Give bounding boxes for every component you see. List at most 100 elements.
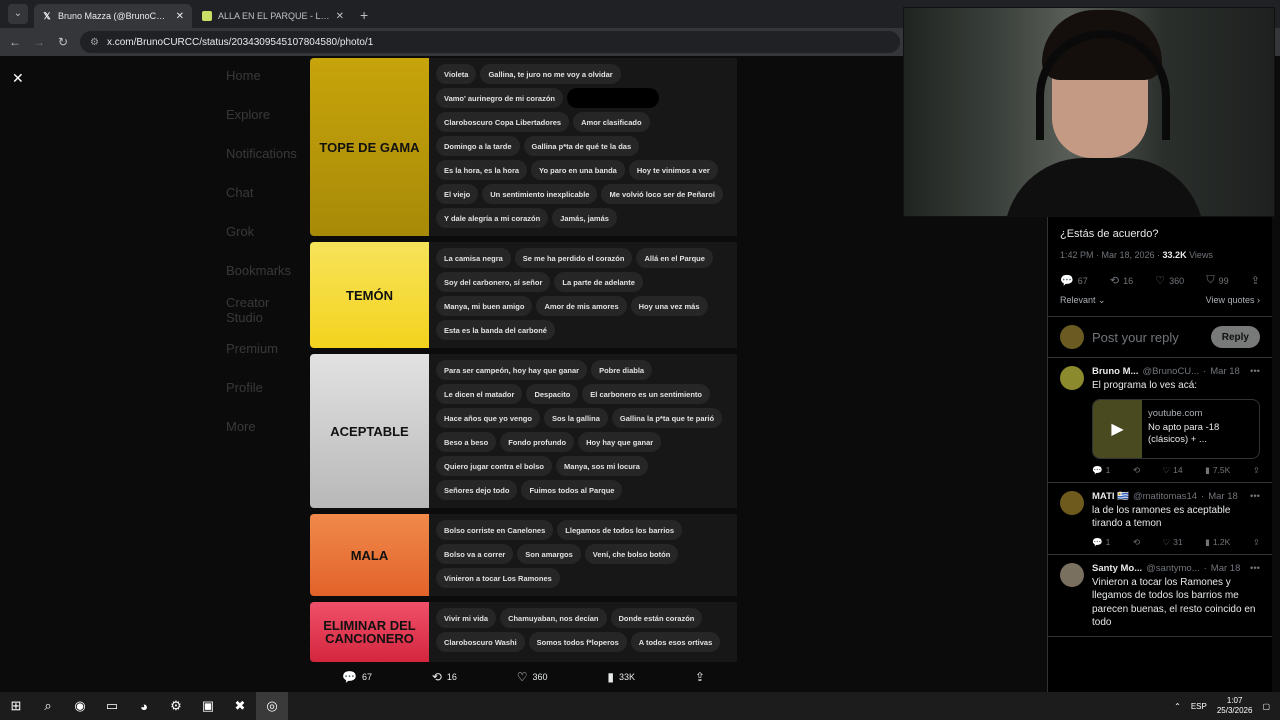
reply-repost-button[interactable]: ⟲ — [1133, 537, 1140, 548]
browser-tab-1[interactable]: ALLA EN EL PARQUE - La Banda ✕ — [194, 4, 352, 28]
heart-icon: ♡ — [1162, 464, 1171, 475]
repost-icon: ⟲ — [1132, 464, 1140, 475]
discord-icon[interactable]: ◕ — [128, 692, 160, 720]
post-stats: 💬 67 ⟲ 16 ♡ 360 ⛉ 99 ⇪ — [1048, 260, 1272, 287]
new-tab-icon[interactable]: + — [360, 7, 368, 23]
song-chip: El viejo — [436, 184, 479, 204]
like-count: 360 — [532, 672, 548, 682]
reload-icon[interactable]: ↻ — [56, 35, 70, 49]
more-options-icon[interactable]: ••• — [1250, 563, 1260, 574]
like-count: 14 — [1173, 465, 1183, 475]
video-thumbnail[interactable]: ▶ — [1093, 399, 1143, 458]
song-chip: Violeta — [436, 64, 477, 84]
windows-start-icon[interactable]: ⊞ — [0, 692, 32, 720]
app-icon[interactable]: ▣ — [192, 692, 224, 720]
song-chip: Domingo a la tarde — [436, 136, 520, 156]
reply-share-button[interactable]: ⇪ — [1253, 537, 1260, 548]
reply-date[interactable]: Mar 18 — [1208, 491, 1238, 502]
post-share-button[interactable]: ⇪ — [1251, 274, 1260, 287]
steam-icon[interactable]: ⚙ — [160, 692, 192, 720]
reply-views[interactable]: ▮ 7.5K — [1205, 465, 1230, 476]
song-chip: A todos esos ortivas — [630, 632, 721, 652]
reply-like-button[interactable]: ♡ 31 — [1163, 537, 1183, 548]
reply-item[interactable]: MATI 🇺🇾 @matitomas14 · Mar 18 ••• la de … — [1048, 483, 1272, 555]
analytics-icon: ▮ — [1205, 464, 1210, 475]
song-chip: Gallina la p*ta que te parió — [611, 408, 723, 428]
site-info-icon[interactable]: ⚙ — [90, 37, 99, 48]
reply-share-button[interactable]: ⇪ — [1253, 465, 1260, 476]
search-icon[interactable]: ⌕ — [32, 692, 64, 720]
reply-author-name[interactable]: Santy Mo... — [1092, 563, 1142, 574]
song-chip: Vinieron a tocar Los Ramones — [436, 568, 560, 588]
back-arrow-icon[interactable]: ← — [8, 35, 22, 49]
clock[interactable]: 1:07 25/3/2026 — [1217, 696, 1253, 715]
reply-item[interactable]: Bruno M... @BrunoCU... · Mar 18 ••• El p… — [1048, 358, 1272, 483]
more-options-icon[interactable]: ••• — [1250, 491, 1260, 502]
tier-items: Bolso corriste en Canelones Llegamos de t… — [429, 514, 737, 596]
song-chip: Soy del carbonero, sí señor — [436, 272, 551, 292]
reply-item[interactable]: Santy Mo... @santymo... · Mar 18 ••• Vin… — [1048, 555, 1272, 637]
tray-chevron-icon[interactable]: ⌃ — [1174, 702, 1181, 711]
song-chip: Hoy hay que ganar — [578, 432, 662, 452]
avatar[interactable] — [1060, 562, 1084, 587]
reply-like-button[interactable]: ♡ 14 — [1163, 465, 1183, 476]
reply-author-handle[interactable]: @matitomas14 — [1133, 491, 1197, 502]
reply-author-handle[interactable]: @BrunoCU... — [1142, 366, 1199, 377]
post-text: ¿Estás de acuerdo? — [1060, 228, 1159, 240]
tab-search-icon[interactable]: ⌄ — [8, 4, 28, 24]
reply-author-name[interactable]: Bruno M... — [1092, 366, 1138, 377]
reply-text: Vinieron a tocar los Ramones y llegamos … — [1092, 576, 1256, 629]
tier-items: Vivir mi vida Chamuyaban, nos decían Donde… — [429, 602, 737, 662]
heart-icon: ♡ — [1155, 275, 1166, 287]
tab-close-icon[interactable]: ✕ — [336, 11, 344, 22]
reply-repost-button[interactable]: ⟲ — [1133, 465, 1140, 476]
reply-input[interactable]: Post your reply — [1092, 330, 1203, 345]
avatar[interactable] — [1060, 490, 1084, 515]
like-action[interactable]: ♡ 360 — [517, 670, 548, 684]
post-like-button[interactable]: ♡ 360 — [1155, 274, 1184, 287]
file-explorer-icon[interactable]: ▭ — [96, 692, 128, 720]
reply-icon: 💬 — [342, 670, 357, 684]
more-options-icon[interactable]: ••• — [1250, 366, 1260, 377]
reply-button[interactable]: Reply — [1210, 326, 1260, 348]
notifications-icon[interactable]: ▢ — [1262, 702, 1270, 711]
obs-icon[interactable]: ◎ — [256, 692, 288, 720]
reply-reply-button[interactable]: 💬 1 — [1092, 537, 1110, 548]
close-photo-icon[interactable]: ✕ — [12, 70, 24, 87]
tab-close-icon[interactable]: ✕ — [176, 11, 184, 22]
avatar[interactable] — [1060, 366, 1084, 390]
redacted-chip — [566, 88, 659, 108]
link-card[interactable]: ▶ youtube.com No apto para -18 (clásicos… — [1092, 398, 1260, 459]
reply-author-name[interactable]: MATI 🇺🇾 — [1092, 491, 1129, 502]
background-nav-item: Grok — [226, 224, 255, 239]
x-logo-icon: 𝕏 — [43, 11, 51, 21]
views-action[interactable]: ▮ 33K — [607, 670, 635, 684]
reply-icon: 💬 — [1060, 275, 1074, 287]
reply-reply-button[interactable]: 💬 1 — [1092, 465, 1110, 476]
chrome-icon[interactable]: ◉ — [64, 692, 96, 720]
repost-count: 16 — [1123, 275, 1134, 286]
forward-arrow-icon[interactable]: → — [32, 35, 46, 49]
view-quotes-link[interactable]: View quotes › — [1206, 295, 1260, 306]
reply-date[interactable]: Mar 18 — [1210, 366, 1240, 377]
language-indicator[interactable]: ESP — [1191, 702, 1207, 711]
song-chip: Sos la gallina — [543, 408, 608, 428]
reply-author-handle[interactable]: @santymo... — [1146, 563, 1199, 574]
reply-views[interactable]: ▮ 1.2K — [1205, 537, 1230, 548]
share-action[interactable]: ⇪ — [695, 670, 705, 684]
post-reply-button[interactable]: 💬 67 — [1060, 274, 1088, 287]
xbox-icon[interactable]: ✖ — [224, 692, 256, 720]
song-chip: Jamás, jamás — [552, 208, 617, 228]
repost-action[interactable]: ⟲ 16 — [432, 670, 457, 684]
post-bookmark-button[interactable]: ⛉ 99 — [1206, 274, 1228, 287]
url-text: x.com/BrunoCURCC/status/2034309545107804… — [106, 36, 374, 48]
reply-action[interactable]: 💬 67 — [342, 670, 372, 684]
bookmark-count: 99 — [1218, 275, 1229, 286]
post-repost-button[interactable]: ⟲ 16 — [1110, 274, 1133, 287]
photo-action-bar: 💬 67 ⟲ 16 ♡ 360 ▮ 33K ⇪ — [310, 662, 737, 692]
reply-date[interactable]: Mar 18 — [1211, 563, 1241, 574]
webcam-overlay — [903, 7, 1275, 217]
browser-tab-0[interactable]: 𝕏 Bruno Mazza (@BrunoCURCC) ✕ — [34, 4, 192, 28]
address-bar[interactable]: ⚙ x.com/BrunoCURCC/status/20343095451078… — [80, 31, 900, 53]
sort-relevant-dropdown[interactable]: Relevant ⌄ — [1060, 295, 1106, 306]
